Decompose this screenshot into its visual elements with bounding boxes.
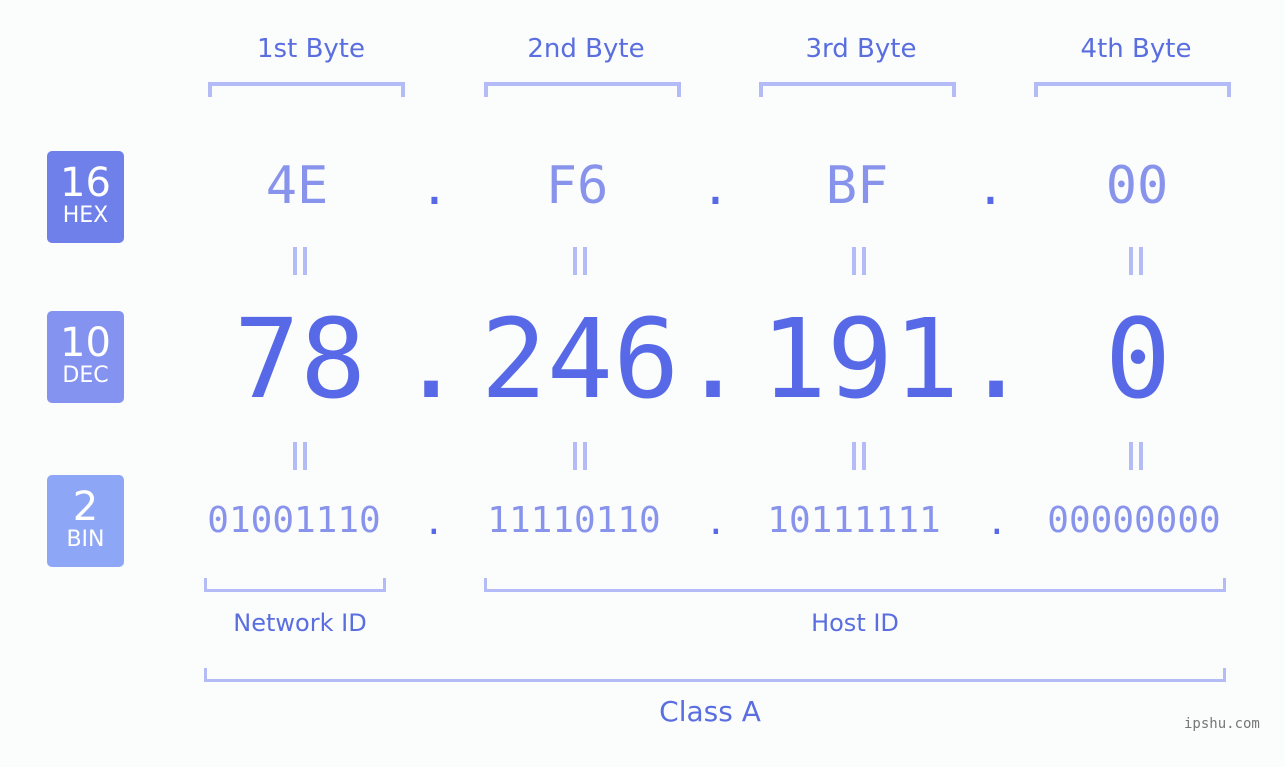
equals-icon xyxy=(570,442,590,470)
hex-separator-1: . xyxy=(420,160,449,216)
bin-byte-2: 11110110 xyxy=(487,500,661,541)
hex-badge: 16 HEX xyxy=(47,151,124,243)
bin-separator-2: . xyxy=(705,502,727,543)
hex-base-label: HEX xyxy=(62,203,109,228)
hex-byte-2: F6 xyxy=(545,156,609,216)
bin-separator-1: . xyxy=(423,502,445,543)
hex-separator-2: . xyxy=(701,160,730,216)
bin-byte-1: 01001110 xyxy=(207,500,381,541)
dec-separator-1: . xyxy=(398,295,465,423)
dec-byte-3: 191 xyxy=(760,295,960,423)
byte-header-4: 4th Byte xyxy=(1080,34,1192,64)
host-id-label: Host ID xyxy=(811,609,899,637)
class-bracket xyxy=(204,668,1226,682)
equals-icon xyxy=(849,442,869,470)
equals-icon xyxy=(290,247,310,275)
bin-separator-3: . xyxy=(986,502,1008,543)
dec-badge: 10 DEC xyxy=(47,311,124,403)
equals-icon xyxy=(1126,247,1146,275)
dec-separator-2: . xyxy=(680,295,747,423)
equals-icon xyxy=(1126,442,1146,470)
watermark: ipshu.com xyxy=(1184,716,1260,732)
bin-base-number: 2 xyxy=(72,484,99,530)
equals-icon xyxy=(570,247,590,275)
byte-bracket-2 xyxy=(484,82,681,97)
equals-icon xyxy=(290,442,310,470)
network-id-label: Network ID xyxy=(233,609,367,637)
dec-byte-4: 0 xyxy=(1104,295,1172,423)
dec-base-number: 10 xyxy=(60,320,111,366)
dec-byte-2: 246 xyxy=(480,295,680,423)
hex-base-number: 16 xyxy=(60,160,111,206)
byte-bracket-4 xyxy=(1034,82,1231,97)
network-id-bracket xyxy=(204,578,386,592)
hex-byte-3: BF xyxy=(825,156,889,216)
byte-bracket-3 xyxy=(759,82,956,97)
bin-byte-3: 10111111 xyxy=(767,500,941,541)
byte-bracket-1 xyxy=(208,82,405,97)
host-id-bracket xyxy=(484,578,1226,592)
hex-separator-3: . xyxy=(976,160,1005,216)
equals-icon xyxy=(849,247,869,275)
dec-base-label: DEC xyxy=(62,363,109,388)
bin-base-label: BIN xyxy=(66,527,105,552)
bin-byte-4: 00000000 xyxy=(1047,500,1221,541)
byte-header-2: 2nd Byte xyxy=(527,34,645,64)
byte-header-3: 3rd Byte xyxy=(805,34,917,64)
bin-badge: 2 BIN xyxy=(47,475,124,567)
hex-byte-4: 00 xyxy=(1105,156,1169,216)
class-label: Class A xyxy=(659,695,761,728)
dec-separator-3: . xyxy=(963,295,1030,423)
hex-byte-1: 4E xyxy=(265,156,329,216)
byte-header-1: 1st Byte xyxy=(257,34,365,64)
